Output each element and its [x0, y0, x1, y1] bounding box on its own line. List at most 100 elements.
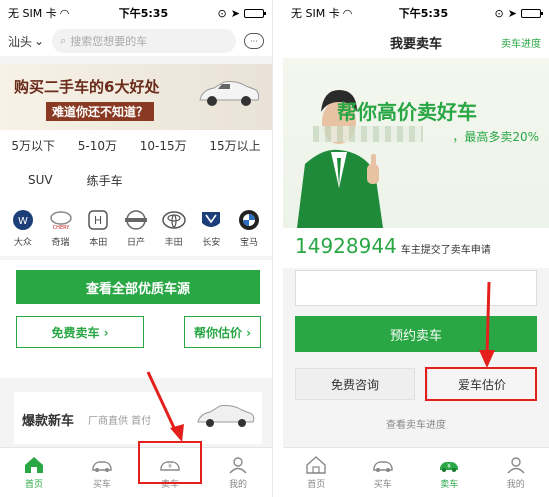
- tab-label: 买车: [92, 479, 111, 490]
- brand-item[interactable]: W 大众: [11, 209, 35, 248]
- brand-name: 长安: [202, 237, 221, 248]
- status-bar: 无 SIM 卡 ◠ 下午5:35 ⊙ ➤: [0, 0, 272, 26]
- banner-headline: 购买二手车的6大好处: [14, 78, 160, 96]
- person-icon: [229, 456, 247, 473]
- car-icon: [92, 460, 112, 472]
- tab-sell[interactable]: ¥ 卖车: [416, 448, 483, 497]
- carrier-text: 无 SIM 卡: [8, 7, 57, 20]
- city-selector[interactable]: 汕头 ⌄: [8, 33, 44, 50]
- price-filter-2[interactable]: 5-10万: [78, 137, 117, 154]
- tab-label: 我的: [228, 479, 247, 490]
- banner-subline: ，最高多卖20%: [452, 130, 539, 144]
- message-icon[interactable]: ···: [244, 33, 264, 49]
- left-phone-screen: 无 SIM 卡 ◠ 下午5:35 ⊙ ➤ 汕头 ⌄ ⌕ 搜索您想要的车 ··· …: [0, 0, 273, 497]
- tab-home[interactable]: 首页: [283, 448, 350, 497]
- svg-text:W: W: [18, 216, 28, 227]
- view-all-cars-button[interactable]: 查看全部优质车源: [16, 270, 260, 304]
- car-image: [199, 81, 260, 106]
- bottom-tab-bar: 首页 买车 ¥ 卖车 我的: [283, 447, 549, 497]
- wifi-icon: ◠: [342, 6, 353, 20]
- type-filter-practice[interactable]: 练手车: [87, 172, 123, 189]
- brand-item[interactable]: H 本田: [86, 209, 110, 248]
- bottom-tab-bar: 首页 买车 ¥ 卖车 我的: [0, 447, 272, 497]
- view-sell-progress-link[interactable]: 查看卖车进度: [283, 416, 549, 431]
- price-filter-4[interactable]: 15万以上: [209, 137, 260, 154]
- search-input[interactable]: ⌕ 搜索您想要的车: [52, 29, 236, 53]
- sell-car-icon: ¥: [440, 461, 459, 472]
- help-estimate-button[interactable]: 帮你估价 ›: [184, 316, 261, 348]
- status-icons: ⊙ ➤: [494, 6, 543, 20]
- tab-buy[interactable]: 买车: [68, 448, 136, 497]
- search-bar: 汕头 ⌄ ⌕ 搜索您想要的车 ···: [0, 26, 272, 56]
- actions-panel: 查看全部优质车源 免费卖车 › 帮你估价 ›: [0, 260, 272, 378]
- changan-logo-icon: [202, 211, 221, 227]
- battery-icon: [520, 8, 543, 18]
- brand-name: 宝马: [240, 237, 259, 248]
- bmw-logo-icon: [239, 209, 260, 230]
- brand-item[interactable]: CHERY 奇瑞: [49, 209, 73, 248]
- blurred-text: [313, 126, 423, 142]
- brand-name: 奇瑞: [51, 237, 70, 248]
- tab-buy[interactable]: 买车: [350, 448, 417, 497]
- price-filter-3[interactable]: 10-15万: [140, 137, 187, 154]
- tab-mine[interactable]: 我的: [483, 448, 549, 497]
- price-filter-row: 5万以下 5-10万 10-15万 15万以上: [0, 130, 272, 160]
- promo-banner[interactable]: 购买二手车的6大好处 难道你还不知道？: [0, 64, 272, 130]
- home-icon: [306, 455, 326, 474]
- honda-logo-icon: H: [88, 209, 108, 230]
- nav-bar: 我要卖车 卖车进度: [283, 26, 549, 58]
- tab-mine[interactable]: 我的: [204, 448, 272, 497]
- person-icon: [507, 456, 525, 473]
- clock: 下午5:35: [398, 7, 449, 20]
- search-placeholder: 搜索您想要的车: [70, 35, 148, 48]
- right-phone-screen: 无 SIM 卡 ◠ 下午5:35 ⊙ ➤ 我要卖车 卖车进度 帮你高价卖好车 ，…: [283, 0, 549, 497]
- free-sell-button[interactable]: 免费卖车 ›: [16, 316, 144, 348]
- tab-label: 买车: [373, 479, 392, 490]
- tab-label: 我的: [506, 479, 525, 490]
- tab-label: 首页: [307, 479, 326, 490]
- hot-new-car-card[interactable]: 爆款新车 厂商直供 首付: [14, 392, 262, 444]
- svg-text:¥: ¥: [447, 463, 451, 470]
- brand-row: W 大众 CHERY 奇瑞 H 本田 日产 丰田 长安 宝马: [0, 200, 272, 256]
- car-icon: [373, 460, 393, 472]
- lock-rotation-icon: ⊙: [494, 6, 504, 20]
- promo-banner[interactable]: 帮你高价卖好车 ，最高多卖20%: [283, 58, 549, 228]
- chery-logo-icon: CHERY: [49, 210, 72, 231]
- brand-item[interactable]: 宝马: [237, 209, 261, 248]
- status-bar: 无 SIM 卡 ◠ 下午5:35 ⊙ ➤: [283, 0, 549, 26]
- carrier-label: 无 SIM 卡 ◠: [291, 5, 352, 21]
- hot-car-title: 爆款新车: [22, 414, 75, 429]
- brand-item[interactable]: 日产: [124, 209, 148, 248]
- battery-icon: [243, 8, 266, 18]
- search-icon: ⌕: [60, 34, 67, 47]
- type-filter-suv[interactable]: SUV: [28, 173, 53, 187]
- status-icons: ⊙ ➤: [217, 6, 266, 20]
- tab-label: 首页: [24, 479, 43, 490]
- brand-name: 丰田: [164, 237, 183, 248]
- location-icon: ➤: [507, 6, 517, 20]
- lock-rotation-icon: ⊙: [217, 6, 227, 20]
- carrier-text: 无 SIM 卡: [291, 7, 340, 20]
- home-icon: [25, 456, 43, 473]
- volkswagen-logo-icon: W: [12, 209, 33, 230]
- sell-progress-link[interactable]: 卖车进度: [501, 35, 541, 50]
- brand-name: 大众: [13, 237, 32, 248]
- spokesperson-image: [297, 90, 383, 228]
- brand-name: 本田: [89, 237, 108, 248]
- brand-item[interactable]: 长安: [199, 209, 223, 248]
- car-image: [197, 405, 255, 427]
- price-filter-1[interactable]: 5万以下: [11, 137, 55, 154]
- application-count-row: 14928944 车主提交了卖车申请: [283, 228, 549, 268]
- free-consult-button[interactable]: 免费咨询: [295, 368, 415, 400]
- application-text: 车主提交了卖车申请: [400, 245, 491, 256]
- clock: 下午5:35: [118, 7, 169, 20]
- tab-home[interactable]: 首页: [0, 448, 68, 497]
- nissan-logo-icon: [124, 209, 147, 230]
- highlight-box: [425, 367, 537, 401]
- brand-item[interactable]: 丰田: [161, 209, 186, 248]
- toyota-logo-icon: [161, 210, 186, 229]
- brand-name: 日产: [126, 237, 145, 248]
- carrier-label: 无 SIM 卡 ◠: [8, 5, 69, 21]
- red-arrow: [479, 281, 495, 368]
- tab-label: 卖车: [440, 479, 459, 490]
